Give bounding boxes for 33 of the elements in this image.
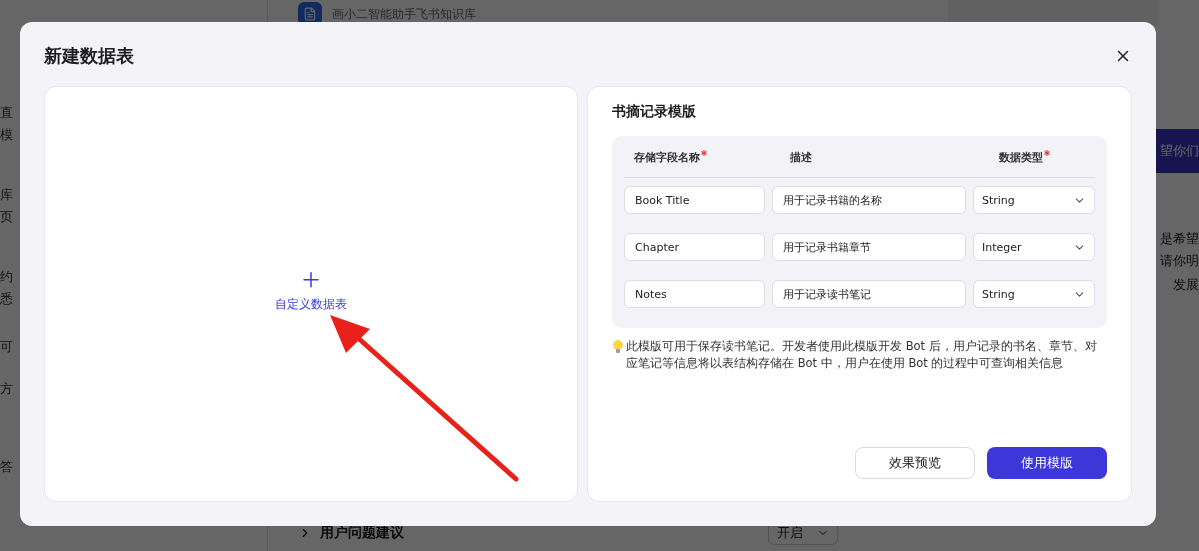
use-template-button[interactable]: 使用模版 (987, 447, 1107, 479)
background-text: 直 (0, 104, 13, 122)
description-input[interactable]: 用于记录书籍章节 (772, 233, 966, 261)
template-title: 书摘记录模版 (612, 103, 697, 121)
description-input[interactable]: 用于记录书籍的名称 (772, 186, 966, 214)
data-type-select[interactable]: String (973, 186, 1095, 214)
background-text: 答 (0, 458, 13, 476)
template-note: 此模版可用于保存读书笔记。开发者使用此模版开发 Bot 后，用户记录的书名、章节、对应笔记等信息将以表结构存储在 Bot 中，用户在使用 Bot 的过程中可查询相关信息 (626, 338, 1098, 372)
preview-button[interactable]: 效果预览 (855, 447, 975, 479)
column-header: 描述 (790, 150, 812, 165)
lightbulb-icon (612, 340, 624, 354)
chat-text: 是希望 (1160, 230, 1199, 248)
chat-text: 望你们 (1160, 142, 1199, 160)
column-header: 存储字段名称 (634, 150, 700, 165)
custom-table-button[interactable]: 自定义数据表 (269, 266, 353, 314)
background-text: 方 (0, 380, 13, 398)
background-text: 模 (0, 126, 13, 144)
description-input[interactable]: 用于记录读书笔记 (772, 280, 966, 308)
background-text: 页 (0, 208, 13, 226)
chat-text: 发展 (1173, 276, 1199, 294)
field-name-input[interactable]: Chapter (624, 233, 765, 261)
background-text: 库 (0, 186, 13, 204)
background-text: 约 (0, 268, 13, 286)
field-name-input[interactable]: Book Title (624, 186, 765, 214)
chat-text: 请你明 (1160, 252, 1199, 270)
data-type-select[interactable]: String (973, 280, 1095, 308)
column-header: 数据类型 (999, 150, 1043, 165)
dialog-title: 新建数据表 (44, 44, 134, 68)
setting-label: 用户问题建议 (320, 524, 405, 542)
field-name-input[interactable]: Notes (624, 280, 765, 308)
background-text: 悉 (0, 290, 13, 308)
background-text: 可 (0, 338, 13, 356)
data-type-select[interactable]: Integer (973, 233, 1095, 261)
